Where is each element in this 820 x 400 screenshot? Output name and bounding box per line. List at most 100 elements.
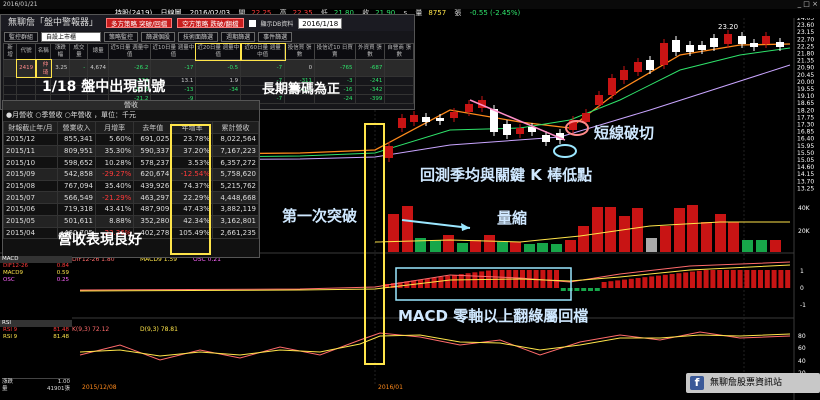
revenue-cell: 2015/04: [3, 226, 58, 240]
legend-footer-row2: 量 41901張: [2, 386, 70, 393]
alert-cell: 4,674: [87, 59, 109, 77]
revenue-row: 2015/09 542,858 -29.27% 620,674 -12.54% 5,758…: [3, 168, 260, 181]
revenue-row: 2015/05 501,611 8.88% 352,280 42.34% 3,162,80…: [3, 214, 260, 228]
revenue-cell: 3,162,801: [211, 214, 260, 228]
alert-col-header[interactable]: 漲跌幅: [50, 43, 71, 60]
tool-market-select[interactable]: 自設上市櫃: [41, 32, 102, 42]
alert-cell: -342: [354, 85, 386, 95]
panel-toolbar: 監控群組 自設上市櫃 策略監控 篩選個股 技術面篩選 週期篩選 事件篩選: [1, 31, 414, 43]
db-checkbox[interactable]: [248, 19, 256, 27]
alert-panel-header: 無聊詹「盤中警報器」 多方策略 突破/回檔 空方策略 跌破/翻檔 顯示DB資料 …: [1, 15, 414, 31]
revenue-options[interactable]: ●月營收 ○季營收 ○年營收 ，單位：千元: [3, 110, 259, 121]
alert-col-header[interactable]: 近60日量 週量中值: [239, 42, 286, 61]
panel-brand: 無聊詹「盤中警報器」: [8, 17, 99, 28]
alert-cell: -241: [354, 76, 386, 86]
revenue-cell: 6,357,272: [211, 156, 260, 170]
breakout-annotation: 第一次突破: [282, 207, 357, 225]
volume-bar: [578, 226, 589, 252]
candle-body: [776, 42, 784, 47]
volume-bar: [660, 226, 671, 252]
revenue-cell: 2015/09: [3, 168, 58, 181]
alert-cell: -: [69, 59, 89, 77]
xaxis-left-date: 2015/12/08: [82, 384, 117, 391]
macd-bar: [771, 270, 777, 288]
alert-col-header[interactable]: 名稱: [35, 43, 52, 60]
macd-bar: [567, 288, 573, 291]
revenue-cell: 439,926: [133, 179, 173, 193]
macd-bar: [452, 275, 457, 288]
legend-footer: 漲跌 1.00 量 41901張: [2, 378, 70, 393]
macd-bar: [635, 278, 641, 288]
tool-screen[interactable]: 篩選個股: [141, 32, 176, 42]
alert-table-row[interactable]: 2419 仲琦 3.25-4,674 -26.2 -17 -0.5 -7 0 -765 -687: [2, 58, 414, 78]
facebook-page-badge[interactable]: 無聊詹股票資訊站: [686, 373, 820, 393]
candle-body: [762, 36, 770, 44]
macd-bar: [615, 280, 621, 288]
macd-annotation: MACD 零軸以上翻綠屬回檔: [398, 307, 588, 325]
alert-col-header[interactable]: 總量: [87, 43, 109, 60]
alert-col-header[interactable]: 外資買 張數: [354, 43, 386, 60]
tool-watch-group[interactable]: 監控群組: [4, 32, 39, 42]
macd-bar: [547, 270, 553, 288]
candle-body: [724, 34, 732, 44]
window-controls[interactable]: _ □ ×: [798, 0, 818, 9]
alert-cell: 2419: [15, 58, 37, 78]
revenue-title: 營收: [3, 101, 259, 110]
alert-col-header[interactable]: 代號: [16, 43, 37, 60]
candle-body: [410, 115, 418, 122]
revenue-cell: 620,674: [133, 168, 173, 181]
revenue-cell: 767,094: [56, 179, 96, 193]
candle-body: [542, 135, 550, 142]
price-tick-label: 15.50: [797, 150, 814, 157]
tool-strategy[interactable]: 策略監控: [104, 32, 139, 42]
tool-cycle-screen[interactable]: 週期篩選: [221, 32, 256, 42]
rsi-legend-title: RSI: [0, 320, 72, 327]
macd-bar: [656, 275, 661, 288]
candle-body: [503, 124, 511, 135]
candle-body: [738, 36, 746, 44]
price-axis: 24.0523.6023.1522.7022.2521.8021.3520.90…: [797, 15, 814, 192]
db-checkbox-label: 顯示DB資料: [260, 20, 294, 28]
alert-cell: [16, 76, 37, 86]
rsi-axis-80: 80: [798, 333, 806, 340]
legend-footer-row1: 漲跌 1.00: [2, 379, 70, 386]
tool-tech-screen[interactable]: 技術面篩選: [178, 32, 219, 42]
candle-body: [398, 118, 406, 128]
alert-col-header[interactable]: 近20日量 週量中值: [194, 42, 242, 61]
revenue-cell: 2015/11: [3, 144, 58, 158]
alert-col-header[interactable]: 自營商 張數: [384, 43, 414, 60]
revenue-col-header: 去年值: [133, 121, 173, 134]
revenue-cell: 691,025: [133, 133, 173, 146]
candle-body: [516, 128, 524, 134]
alert-cell: 3.25: [50, 59, 71, 77]
candle-body: [608, 78, 616, 95]
date-select[interactable]: 2016/1/18: [298, 17, 343, 29]
alert-cell: [16, 85, 37, 95]
price-tick-label: 17.75: [797, 114, 814, 121]
macd-bar: [628, 278, 634, 288]
alert-col-header[interactable]: 新增: [2, 43, 18, 60]
volume-bar: [756, 240, 767, 252]
revenue-cell: 35.40%: [94, 179, 135, 193]
candle-body: [422, 117, 430, 122]
alert-col-header[interactable]: 投信近10 日買賣: [314, 43, 356, 60]
short-break-annotation: 短線破切: [594, 124, 654, 142]
tool-event-screen[interactable]: 事件篩選: [258, 32, 293, 42]
revenue-cell: 43.41%: [94, 203, 135, 216]
alert-col-header[interactable]: 成交量: [69, 43, 89, 60]
revenue-cell: 2,661,235: [211, 226, 260, 240]
price-tick-label: 21.35: [797, 58, 814, 65]
bear-strategy-button[interactable]: 空方策略 跌破/翻檔: [177, 18, 244, 28]
revenue-row: 2015/10 598,652 10.28% 578,237 3.53% 6,357,27…: [3, 156, 260, 170]
volume-bar: [484, 235, 495, 252]
footer-label1: 漲跌: [2, 379, 14, 385]
alert-col-header[interactable]: 近5日量 週量中值: [107, 43, 152, 60]
price-tick-label: 23.60: [797, 22, 814, 29]
macd-bar: [751, 270, 757, 288]
alert-col-header[interactable]: 近10日量 週量中值: [150, 43, 197, 60]
candle-body: [646, 60, 654, 70]
bull-strategy-button[interactable]: 多方策略 突破/回檔: [106, 18, 173, 28]
alert-col-header[interactable]: 投信買 張數: [284, 43, 316, 60]
revenue-cell: 10.28%: [94, 156, 135, 170]
macd-bar: [724, 270, 729, 288]
